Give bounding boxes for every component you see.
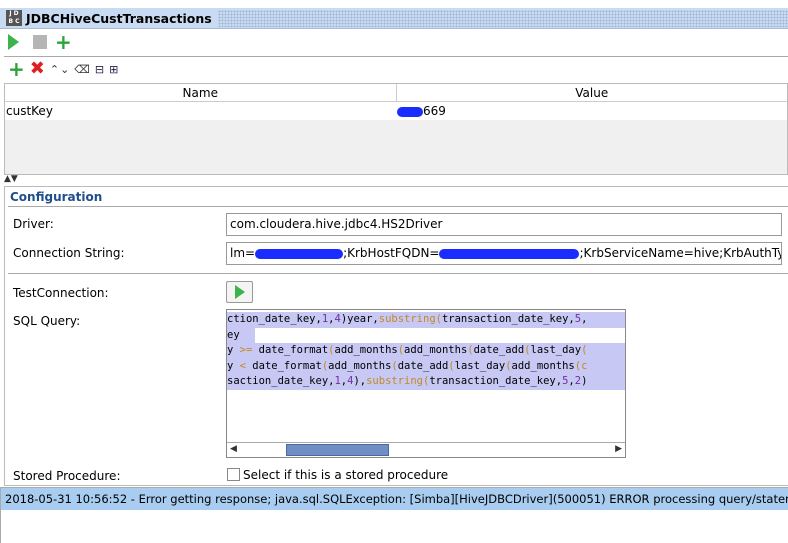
sql-line: saction_date_key,1,4),substring(transact… <box>227 374 625 390</box>
delete-param-icon[interactable]: ✖ <box>30 60 45 78</box>
window-title-bar: J DB C JDBCHiveCustTransactions <box>0 8 788 29</box>
sql-token: date_add <box>397 359 449 372</box>
sql-token: , <box>581 313 588 325</box>
eraser-icon[interactable]: ⌫ <box>74 63 90 76</box>
jdbc-icon: J DB C <box>6 10 22 26</box>
divider <box>8 273 788 274</box>
sql-token: ction_date_key, <box>227 313 322 325</box>
sql-token: substring( <box>378 313 442 325</box>
sql-token: date_format <box>252 344 329 356</box>
sql-token: y <box>227 359 240 372</box>
window-title: JDBCHiveCustTransactions <box>26 10 218 26</box>
test-connection-button[interactable] <box>226 281 253 303</box>
redaction <box>397 106 423 117</box>
test-connection-label: TestConnection: <box>13 286 109 300</box>
divider <box>4 56 788 57</box>
sql-token: last_day <box>530 344 582 356</box>
param-name[interactable]: custKey <box>5 102 396 120</box>
driver-input[interactable]: com.cloudera.hive.jdbc4.HS2Driver <box>226 213 782 236</box>
sql-token: ( <box>581 344 588 356</box>
move-up-icon[interactable]: ⌃ <box>50 63 59 76</box>
conn-part: ;KrbHostFQDN= <box>343 246 440 260</box>
connection-string-label: Connection String: <box>13 246 125 260</box>
add-param-icon[interactable]: + <box>8 59 25 79</box>
param-value[interactable]: 669 <box>423 104 446 118</box>
sql-line: y >= date_format(add_months(add_months(d… <box>227 343 625 359</box>
sql-token: add_months <box>511 359 575 372</box>
run-icon <box>234 285 245 299</box>
stored-procedure-checkbox-label[interactable]: Select if this is a stored procedure <box>243 468 448 482</box>
sql-token: add_months <box>404 344 468 356</box>
sql-token: ), <box>353 375 367 387</box>
import-icon[interactable]: ⊟ <box>95 63 104 76</box>
horizontal-scrollbar[interactable]: ◀ ▶ <box>227 442 625 457</box>
log-line[interactable]: 2018-05-31 10:56:52 - Error getting resp… <box>1 488 788 510</box>
sql-line: ey <box>227 327 255 343</box>
sql-token: saction_date_key, <box>227 375 335 387</box>
params-toolbar: + ✖ ⌃ ⌄ ⌫ ⊟ ⊞ <box>0 59 788 79</box>
main-toolbar: + <box>0 32 788 52</box>
column-header-value[interactable]: Value <box>395 84 788 101</box>
sql-token: ey <box>227 328 240 341</box>
divider <box>8 206 788 207</box>
sql-token: add_months <box>328 359 392 372</box>
scrollbar-thumb[interactable] <box>286 444 389 456</box>
export-icon[interactable]: ⊞ <box>109 63 118 76</box>
sql-token: transaction_date_key, <box>441 313 575 325</box>
sql-query-label: SQL Query: <box>13 314 81 328</box>
scroll-right-icon[interactable]: ▶ <box>615 444 622 454</box>
sql-token: (c <box>574 359 588 372</box>
sql-line: y < date_format(add_months(date_add(last… <box>227 358 625 374</box>
table-row[interactable]: custKey 669 <box>5 102 787 120</box>
sql-token: date_add <box>473 344 525 356</box>
run-icon[interactable] <box>8 34 19 50</box>
stored-procedure-label: Stored Procedure: <box>13 469 121 483</box>
move-down-icon[interactable]: ⌄ <box>60 63 69 76</box>
redaction <box>255 248 344 259</box>
sql-token: y <box>227 344 240 356</box>
add-icon[interactable]: + <box>55 32 72 52</box>
sql-token: date_format <box>245 359 322 372</box>
sql-token: last_day <box>454 359 506 372</box>
scroll-left-icon[interactable]: ◀ <box>230 444 237 454</box>
sql-token: transaction_date_key, <box>429 375 563 387</box>
sql-token: )year, <box>340 313 379 325</box>
sql-token: >= <box>239 344 253 356</box>
redaction <box>439 248 580 259</box>
title-fill <box>217 9 788 27</box>
connection-string-input[interactable]: lm= ;KrbHostFQDN= ;KrbServiceName=hive;Krb… <box>226 242 782 265</box>
stored-procedure-checkbox[interactable] <box>227 468 240 481</box>
column-header-name[interactable]: Name <box>5 84 396 101</box>
sql-token: add_months <box>334 344 398 356</box>
stop-icon[interactable] <box>33 35 47 49</box>
conn-part: ;KrbServiceName=hive;KrbAuthType=2 <box>579 246 781 260</box>
parameters-table: Name Value custKey 669 <box>4 83 788 175</box>
sql-token: substring( <box>366 375 430 387</box>
log-panel: 2018-05-31 10:56:52 - Error getting resp… <box>0 487 788 543</box>
driver-label: Driver: <box>13 217 54 231</box>
conn-part: lm= <box>230 246 256 260</box>
configuration-header: Configuration <box>10 190 103 204</box>
sql-token: ) <box>581 375 588 387</box>
splitter-arrows-icon[interactable]: ▲▼ <box>4 174 18 184</box>
sql-query-editor[interactable]: ction_date_key,1,4)year,substring(transa… <box>226 309 626 458</box>
sql-line: ction_date_key,1,4)year,substring(transa… <box>227 312 625 328</box>
